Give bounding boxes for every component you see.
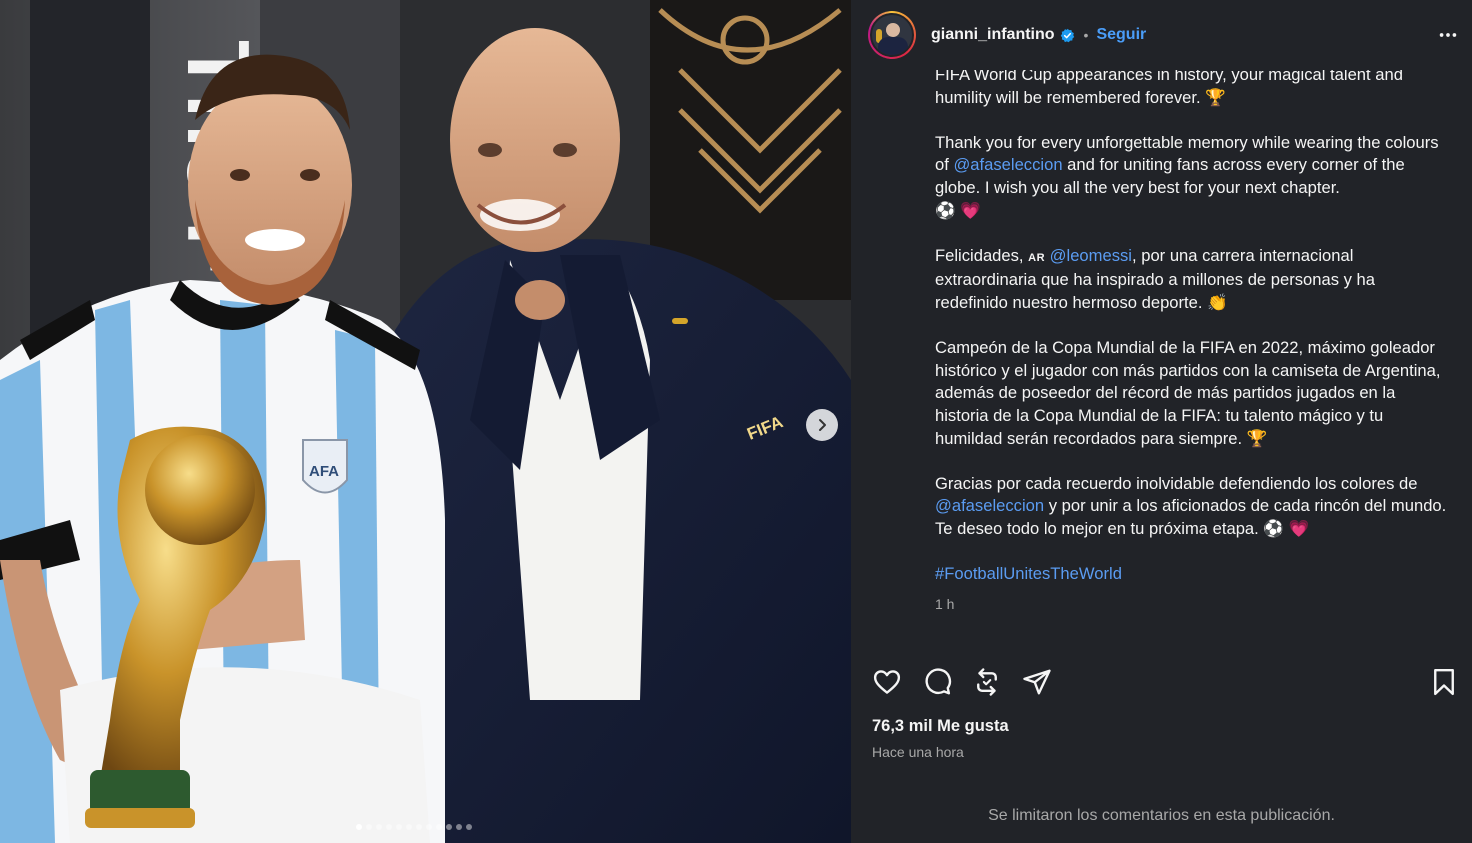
post-photo: The F FIFA — [0, 0, 851, 843]
clap-emoji: 👏 — [1207, 292, 1228, 312]
trophy-emoji: 🏆 — [1246, 428, 1268, 448]
carousel-dot — [456, 824, 462, 830]
hashtag-link[interactable]: #FootballUnitesTheWorld — [935, 564, 1122, 583]
emoji: ⚽ 💗 — [1263, 518, 1310, 538]
emoji: ⚽ 💗 — [935, 200, 981, 220]
more-options-button[interactable] — [1436, 23, 1460, 47]
comment-button[interactable] — [921, 666, 953, 698]
trophy-emoji: 🏆 — [1205, 87, 1226, 107]
carousel-dot — [416, 824, 422, 830]
post-media[interactable]: The F FIFA — [0, 0, 851, 843]
caption-text: FIFA World Cup appearances in history, y… — [935, 70, 1403, 84]
carousel-dot — [376, 824, 382, 830]
post-time[interactable]: Hace una hora — [872, 744, 964, 760]
carousel-dot — [466, 824, 472, 830]
carousel-indicator — [356, 824, 472, 830]
comments-limited-notice: Se limitaron los comentarios en esta pub… — [988, 807, 1335, 824]
more-options-icon — [1439, 33, 1457, 37]
caption-text: Gracias por cada recuerdo inolvidable de… — [935, 473, 1418, 493]
mention-link[interactable]: @leomessi — [1050, 246, 1132, 265]
flag-emoji: AR — [1028, 251, 1046, 264]
carousel-dot — [396, 824, 402, 830]
caption-paragraph-6: #FootballUnitesTheWorld — [935, 563, 1450, 586]
like-button[interactable] — [871, 666, 903, 698]
carousel-dot — [406, 824, 412, 830]
share-button[interactable] — [1021, 666, 1053, 698]
caption-timestamp[interactable]: 1 h — [935, 593, 1450, 610]
username-link[interactable]: gianni_infantino — [931, 26, 1055, 44]
caption-text: Felicidades, — [935, 245, 1029, 265]
carousel-dot — [366, 824, 372, 830]
heart-icon — [873, 670, 901, 694]
post-header: gianni_infantino • Seguir — [851, 0, 1472, 70]
carousel-dot — [446, 824, 452, 830]
header-separator: • — [1083, 27, 1089, 43]
badge-text: AFA — [309, 463, 339, 480]
carousel-dot — [436, 824, 442, 830]
avatar-body-shape — [878, 37, 908, 55]
caption-paragraph-5: Gracias por cada recuerdo inolvidable de… — [935, 473, 1450, 541]
caption-scroll-area[interactable]: FIFA World Cup appearances in history, y… — [851, 70, 1472, 610]
follow-button[interactable]: Seguir — [1096, 26, 1146, 44]
carousel-dot — [356, 824, 362, 830]
caption-text: humility will be remembered forever. — [935, 87, 1201, 107]
mention-link[interactable]: @afaseleccion — [935, 496, 1044, 515]
save-button[interactable] — [1428, 666, 1460, 698]
caption-text: Campeón de la Copa Mundial de la FIFA en… — [935, 338, 1441, 448]
instagram-post-view: The F FIFA — [0, 0, 1472, 843]
avatar-head-shape — [886, 23, 900, 37]
carousel-dot — [386, 824, 392, 830]
action-bar — [851, 660, 1472, 704]
caption-paragraph-4: Campeón de la Copa Mundial de la FIFA en… — [935, 337, 1450, 450]
post-side-panel: gianni_infantino • Seguir FIFA World Cup… — [851, 0, 1472, 843]
caption-paragraph-1: FIFA World Cup appearances in history, y… — [935, 70, 1450, 109]
carousel-dot — [426, 824, 432, 830]
chevron-right-icon — [819, 419, 826, 431]
verified-badge-icon — [1060, 28, 1074, 42]
share-icon — [1023, 669, 1051, 695]
repost-button[interactable] — [971, 666, 1003, 698]
avatar-image — [870, 13, 914, 57]
post-caption: FIFA World Cup appearances in history, y… — [935, 70, 1450, 610]
comment-icon — [925, 668, 952, 695]
bookmark-icon — [1434, 668, 1454, 696]
caption-paragraph-2: Thank you for every unforgettable memory… — [935, 132, 1450, 222]
avatar[interactable] — [868, 11, 916, 59]
repost-icon — [977, 668, 997, 696]
mention-link[interactable]: @afaseleccion — [953, 155, 1062, 174]
caption-paragraph-3: Felicidades, AR @leomessi, por una carre… — [935, 245, 1450, 315]
carousel-next-button[interactable] — [806, 409, 838, 441]
likes-count[interactable]: 76,3 mil Me gusta — [872, 717, 1009, 736]
